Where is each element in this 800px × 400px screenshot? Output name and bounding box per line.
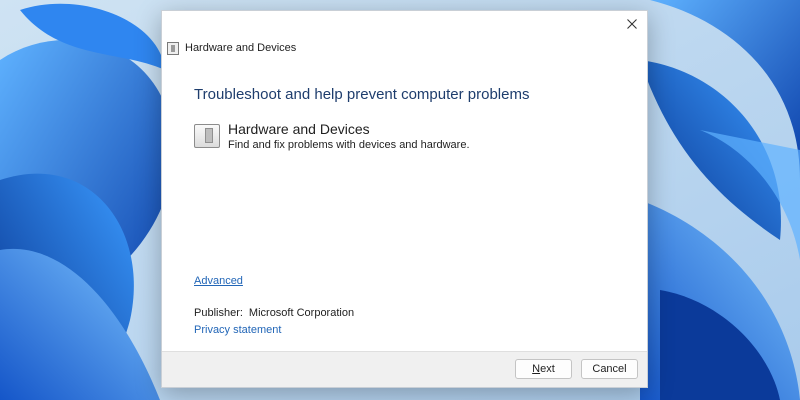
- troubleshooter-item-title: Hardware and Devices: [228, 121, 370, 137]
- privacy-statement-link[interactable]: Privacy statement: [194, 324, 281, 336]
- advanced-link[interactable]: Advanced: [194, 275, 243, 287]
- close-button[interactable]: [617, 11, 647, 37]
- publisher-value: Microsoft Corporation: [248, 307, 355, 319]
- publisher-row: Publisher: Microsoft Corporation: [194, 307, 354, 319]
- dialog-footer: Next Cancel: [162, 351, 647, 387]
- troubleshooter-dialog: Hardware and Devices Troubleshoot and he…: [161, 10, 648, 388]
- troubleshooter-item-description: Find and fix problems with devices and h…: [228, 139, 470, 151]
- close-icon: [627, 19, 637, 29]
- hardware-device-icon: [194, 124, 220, 148]
- next-access-key: N: [532, 363, 541, 375]
- window-title: Hardware and Devices: [185, 42, 297, 54]
- device-slot-shape: [205, 128, 213, 143]
- cancel-button[interactable]: Cancel: [581, 359, 638, 379]
- page-heading: Troubleshoot and help prevent computer p…: [194, 86, 530, 103]
- title-bar: Hardware and Devices: [162, 11, 647, 73]
- next-label-rest: ext: [540, 363, 555, 375]
- troubleshooter-icon: [167, 42, 179, 55]
- publisher-label: Publisher:: [194, 307, 243, 319]
- next-button[interactable]: Next: [515, 359, 572, 379]
